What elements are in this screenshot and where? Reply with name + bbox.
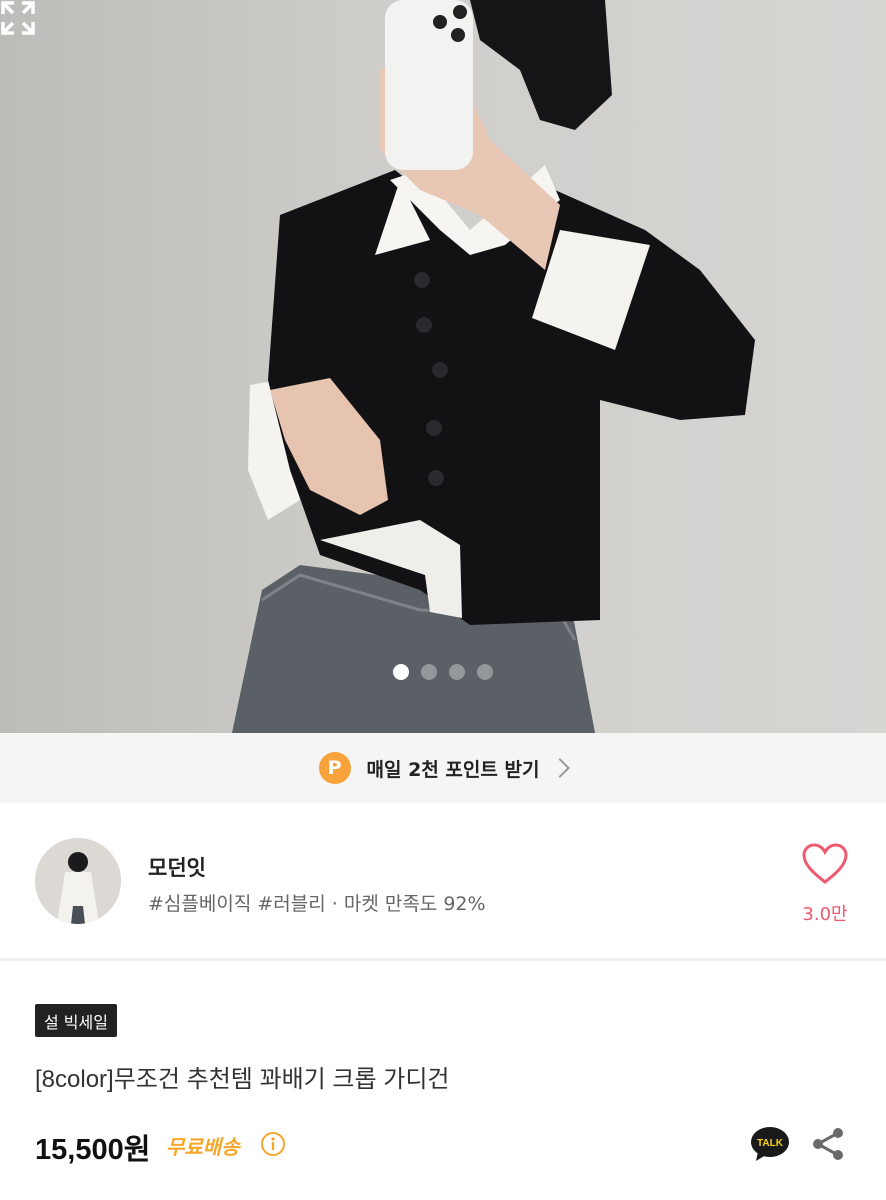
expand-icon[interactable] [0,0,36,36]
carousel-dot[interactable] [449,664,465,680]
store-name[interactable]: 모던잇 [148,852,206,882]
points-banner-label: 매일 2천 포인트 받기 [366,758,540,781]
share-icon[interactable] [810,1126,846,1162]
carousel-indicator[interactable] [393,664,493,680]
like-count: 3.0만 [802,904,848,925]
store-avatar[interactable] [35,838,121,924]
product-price: 15,500원 [35,1134,151,1166]
sale-badge: 설 빅세일 [35,1004,117,1037]
talk-label: TALK [757,1138,784,1149]
product-image[interactable] [0,0,886,733]
carousel-dot[interactable] [421,664,437,680]
store-tags: #심플베이직 #러블리 · 마켓 만족도 92% [148,893,486,915]
store-avatar-image [35,838,121,924]
product-photo [232,0,755,733]
chevron-right-icon [550,758,571,778]
store-info[interactable]: 모던잇 #심플베이직 #러블리 · 마켓 만족도 92% 3.0만 [0,803,886,958]
heart-icon[interactable] [802,843,848,885]
section-divider [0,958,886,961]
carousel-dot[interactable] [393,664,409,680]
info-icon[interactable] [260,1131,286,1157]
daily-points-banner[interactable]: P 매일 2천 포인트 받기 [0,733,886,803]
product-title: [8color]무조건 추천템 꽈배기 크롭 가디건 [35,1066,450,1093]
points-icon: P [318,752,351,784]
free-shipping-label: 무료배송 [166,1135,240,1159]
kakao-talk-icon[interactable]: TALK [750,1126,790,1162]
carousel-dot[interactable] [477,664,493,680]
